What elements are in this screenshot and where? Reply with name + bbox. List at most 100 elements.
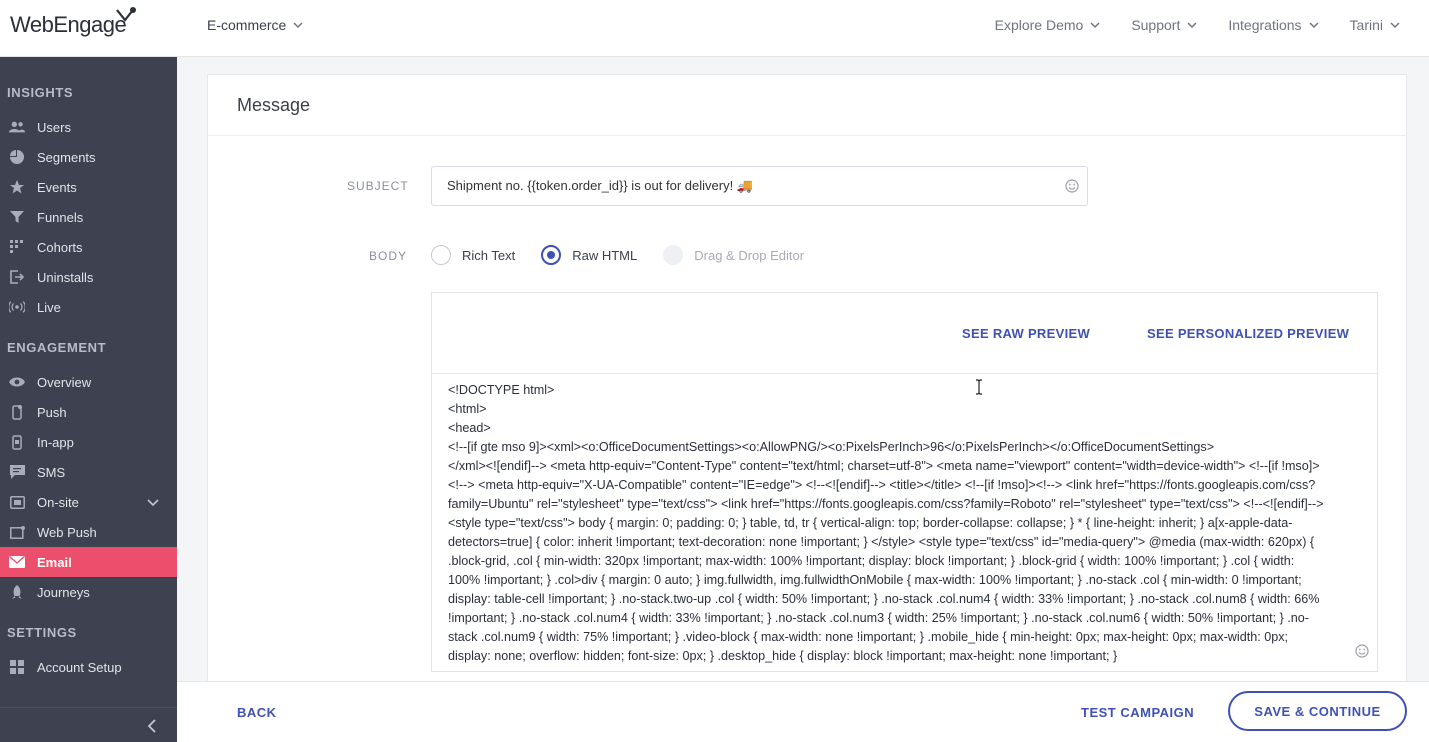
sidebar-collapse-button[interactable]	[0, 707, 177, 742]
sidebar-item-label: On-site	[37, 494, 79, 510]
envelope-icon	[9, 554, 25, 570]
emoji-icon[interactable]	[1065, 179, 1079, 196]
radio-button[interactable]	[431, 245, 451, 265]
star-icon	[9, 179, 25, 195]
chevron-down-icon	[1187, 22, 1197, 29]
body-type-options: Rich Text Raw HTML Drag & Drop Editor	[431, 245, 830, 265]
top-bar: WebEngage E-commerce Explore Demo Suppor…	[0, 0, 1429, 57]
sidebar-item-label: Segments	[37, 149, 96, 165]
sidebar-item-cohorts[interactable]: Cohorts	[0, 232, 177, 262]
message-card: Message SUBJECT Shipment no. {{token.ord…	[207, 74, 1407, 694]
chevron-down-icon	[1309, 22, 1319, 29]
action-bar: BACK TEST CAMPAIGN SAVE & CONTINUE	[177, 681, 1429, 742]
editor-toolbar: SEE RAW PREVIEW SEE PERSONALIZED PREVIEW	[432, 293, 1377, 374]
sidebar-item-email[interactable]: Email	[0, 547, 177, 577]
sidebar-item-label: Account Setup	[37, 659, 122, 675]
sidebar-section-settings: SETTINGS	[7, 625, 77, 640]
sidebar-item-uninstalls[interactable]: Uninstalls	[0, 262, 177, 292]
topnav-label: Tarini	[1349, 17, 1383, 33]
sidebar-section-insights: INSIGHTS	[7, 85, 74, 100]
sidebar-item-label: Funnels	[37, 209, 84, 225]
sidebar-item-events[interactable]: Events	[0, 172, 177, 202]
logo[interactable]: WebEngage	[10, 7, 136, 42]
topnav-label: Support	[1131, 17, 1181, 33]
radio-button	[663, 245, 684, 265]
apps-icon	[9, 659, 25, 675]
body-option-drag-drop: Drag & Drop Editor	[663, 245, 804, 265]
topnav-label: Explore Demo	[994, 17, 1084, 33]
sidebar-item-label: SMS	[37, 464, 66, 480]
browser-icon	[9, 524, 25, 540]
chevron-down-icon	[1390, 22, 1400, 29]
body-option-raw-html[interactable]: Raw HTML	[541, 245, 637, 265]
workspace-name: E-commerce	[207, 17, 287, 33]
subject-label: SUBJECT	[347, 179, 409, 193]
sidebar-item-label: Users	[37, 119, 71, 135]
sidebar-item-in-app[interactable]: In-app	[0, 427, 177, 457]
sidebar-item-segments[interactable]: Segments	[0, 142, 177, 172]
broadcast-icon	[9, 299, 25, 315]
sidebar-item-journeys[interactable]: Journeys	[0, 577, 177, 607]
pie-icon	[9, 149, 25, 165]
topnav-explore-demo[interactable]: Explore Demo	[995, 17, 1102, 33]
html-editor: SEE RAW PREVIEW SEE PERSONALIZED PREVIEW…	[431, 292, 1378, 672]
logo-mark-icon	[113, 6, 139, 34]
chevron-down-icon[interactable]	[147, 496, 159, 508]
sidebar-item-on-site[interactable]: On-site	[0, 487, 177, 517]
radio-label: Rich Text	[462, 247, 516, 263]
html-code-textarea[interactable]: <!DOCTYPE html> <html> <head> <!--[if gt…	[448, 381, 1328, 671]
sidebar-item-label: Web Push	[37, 524, 97, 540]
sidebar-item-label: Uninstalls	[37, 269, 94, 285]
sidebar-item-web-push[interactable]: Web Push	[0, 517, 177, 547]
exit-icon	[9, 269, 25, 285]
sidebar-item-label: Email	[37, 554, 72, 570]
radio-button[interactable]	[541, 245, 562, 265]
funnel-icon	[9, 209, 25, 225]
subject-value: Shipment no. {{token.order_id}} is out f…	[447, 178, 753, 193]
top-nav: Explore Demo Support Integrations Tarini	[995, 17, 1401, 33]
topnav-label: Integrations	[1228, 17, 1302, 33]
rocket-icon	[9, 584, 25, 600]
eye-icon	[9, 374, 25, 390]
window-icon	[9, 494, 25, 510]
sidebar-item-label: Live	[37, 299, 61, 315]
sidebar-item-label: Overview	[37, 374, 92, 390]
see-personalized-preview-link[interactable]: SEE PERSONALIZED PREVIEW	[1147, 326, 1349, 341]
chevron-left-icon	[147, 719, 157, 738]
sidebar-item-label: Cohorts	[37, 239, 83, 255]
phone-square-icon	[9, 434, 25, 450]
topnav-user-menu[interactable]: Tarini	[1350, 17, 1401, 33]
save-continue-button[interactable]: SAVE & CONTINUE	[1228, 691, 1407, 731]
logo-text: WebEngage	[10, 12, 127, 37]
subject-input[interactable]: Shipment no. {{token.order_id}} is out f…	[431, 166, 1088, 206]
body-option-rich-text[interactable]: Rich Text	[431, 245, 515, 265]
test-campaign-button[interactable]: TEST CAMPAIGN	[1081, 705, 1194, 720]
sidebar-item-push[interactable]: Push	[0, 397, 177, 427]
back-button[interactable]: BACK	[237, 705, 277, 720]
grid-icon	[9, 239, 25, 255]
sidebar-item-overview[interactable]: Overview	[0, 367, 177, 397]
emoji-icon[interactable]	[1355, 644, 1369, 663]
topnav-support[interactable]: Support	[1131, 17, 1198, 33]
chevron-down-icon	[1090, 22, 1100, 29]
sidebar-item-label: Journeys	[37, 584, 90, 600]
text-cursor-icon	[975, 379, 983, 400]
page-title: Message	[208, 75, 1406, 136]
chat-icon	[9, 464, 25, 480]
sidebar-item-account-setup[interactable]: Account Setup	[0, 652, 177, 682]
sidebar-item-label: In-app	[37, 434, 74, 450]
chevron-down-icon	[293, 22, 303, 29]
sidebar-item-label: Events	[37, 179, 77, 195]
see-raw-preview-link[interactable]: SEE RAW PREVIEW	[962, 326, 1090, 341]
radio-label: Raw HTML	[572, 247, 638, 263]
sidebar-item-funnels[interactable]: Funnels	[0, 202, 177, 232]
sidebar-item-live[interactable]: Live	[0, 292, 177, 322]
sidebar-section-engagement: ENGAGEMENT	[7, 340, 107, 355]
sidebar-item-users[interactable]: Users	[0, 112, 177, 142]
topnav-integrations[interactable]: Integrations	[1228, 17, 1319, 33]
sidebar-item-sms[interactable]: SMS	[0, 457, 177, 487]
body-label: BODY	[369, 249, 408, 263]
users-icon	[9, 119, 25, 135]
phone-icon	[9, 404, 25, 420]
workspace-selector[interactable]: E-commerce	[207, 17, 304, 33]
